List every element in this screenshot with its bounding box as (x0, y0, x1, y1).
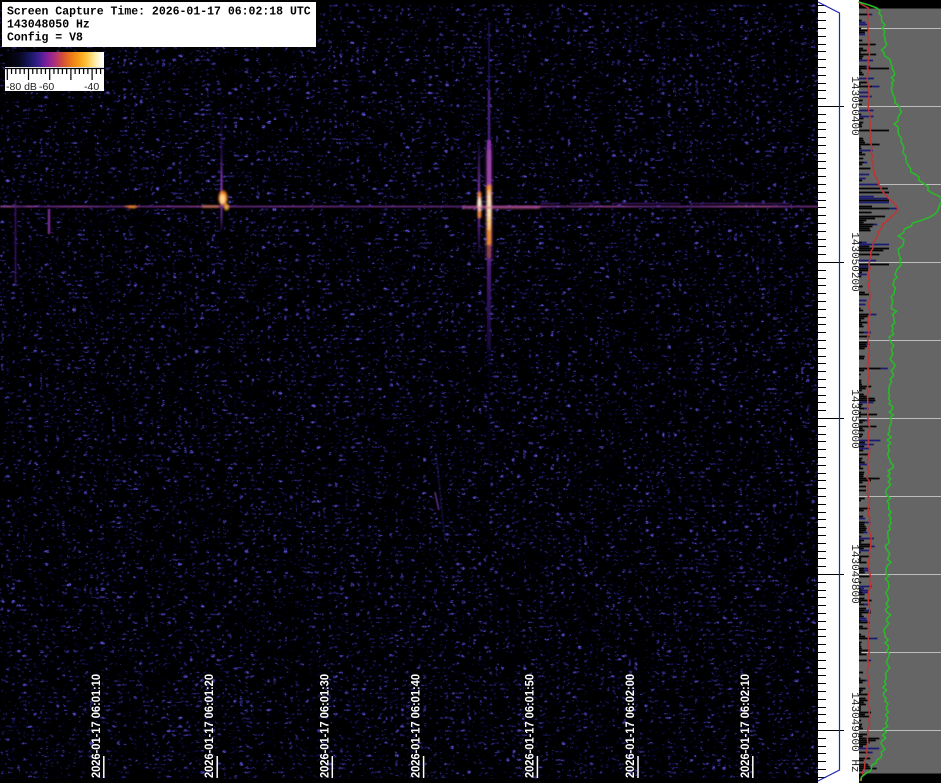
svg-text:Hz: Hz (848, 759, 860, 772)
svg-text:143049800: 143049800 (848, 544, 860, 603)
svg-text:2026-01-17 06:01:20: 2026-01-17 06:01:20 (202, 674, 216, 778)
svg-text:2026-01-17 06:01:50: 2026-01-17 06:01:50 (522, 674, 536, 778)
svg-text:-80 dB: -80 dB (6, 81, 37, 93)
svg-text:Config = V8: Config = V8 (7, 32, 83, 45)
svg-text:143048050 Hz: 143048050 Hz (7, 19, 90, 32)
svg-text:2026-01-17 06:01:30: 2026-01-17 06:01:30 (317, 674, 331, 778)
svg-text:143049600: 143049600 (848, 692, 860, 751)
svg-text:2026-01-17 06:01:40: 2026-01-17 06:01:40 (409, 674, 423, 778)
svg-text:2026-01-17 06:02:00: 2026-01-17 06:02:00 (623, 674, 637, 778)
svg-text:143050000: 143050000 (848, 389, 860, 448)
svg-text:2026-01-17 06:02:10: 2026-01-17 06:02:10 (738, 674, 752, 778)
svg-text:143050400: 143050400 (848, 76, 860, 135)
svg-text:2026-01-17 06:01:10: 2026-01-17 06:01:10 (89, 674, 103, 778)
svg-text:Screen Capture Time: 2026-01-1: Screen Capture Time: 2026-01-17 06:02:18… (7, 6, 311, 19)
svg-text:-40: -40 (84, 81, 99, 93)
svg-text:143050200: 143050200 (848, 232, 860, 291)
svg-text:-60: -60 (39, 81, 54, 93)
